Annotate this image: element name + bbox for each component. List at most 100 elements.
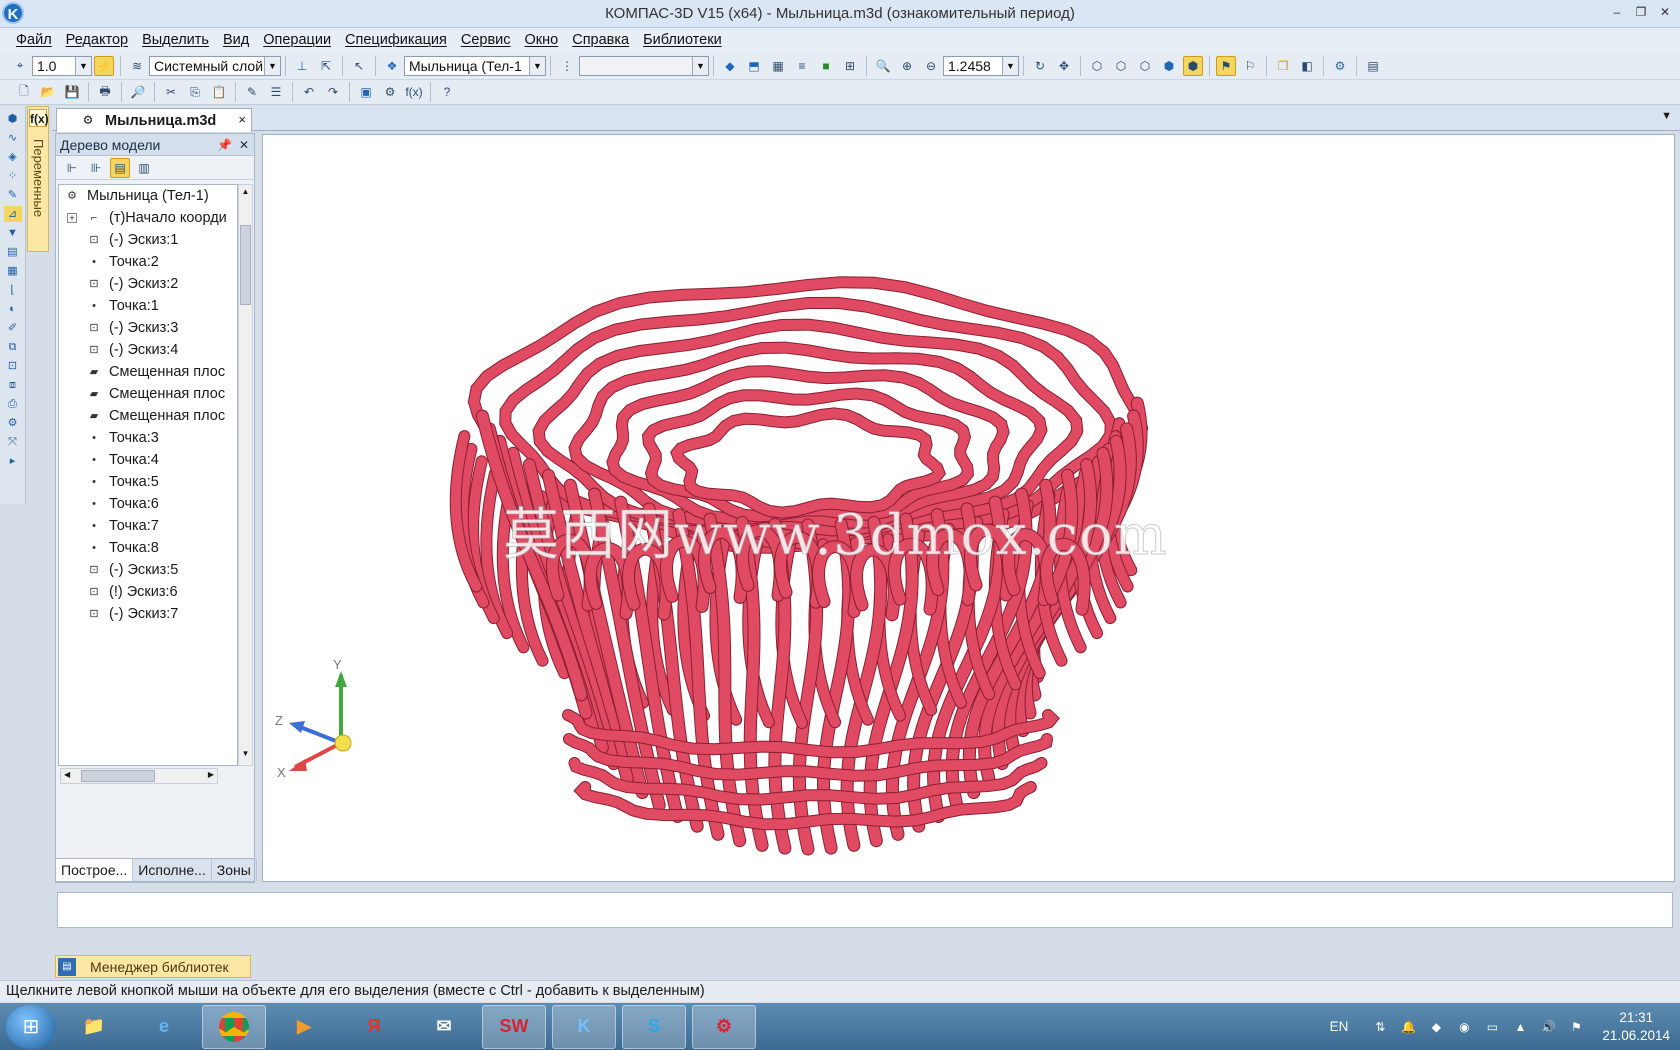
wireframe-icon[interactable]: ⬡ [1087,56,1107,76]
tree-item[interactable]: • Точка:5 [59,471,237,493]
tree-item[interactable]: ⊡ (-) Эскиз:2 [59,273,237,295]
solidworks-icon[interactable]: SW [482,1004,546,1049]
tree-item[interactable]: ⊡ (-) Эскиз:7 [59,603,237,625]
tree-item[interactable]: ⊡ (-) Эскиз:3 [59,317,237,339]
view-filter-icon[interactable]: ▦ [768,56,788,76]
chevron-down-icon[interactable]: ▼ [264,56,280,75]
tab-zones[interactable]: Зоны [212,859,257,881]
print-icon[interactable]: 🖶 [95,82,115,102]
cut-icon[interactable]: ✂ [161,82,181,102]
green-cube-icon[interactable]: ■ [816,56,836,76]
history-icon[interactable]: ▥ [134,158,154,178]
tree-horizontal-scrollbar[interactable]: ◀ ▶ [60,768,218,784]
sheet-metal-icon[interactable]: ⌊ [4,282,22,298]
macro-icon[interactable]: ⤧ [4,434,22,450]
shaded-icon[interactable]: ⬢ [1159,56,1179,76]
snap-toggle-icon[interactable]: ⚡ [94,55,114,76]
curve-tools-icon[interactable]: ∿ [4,130,22,146]
flag-icon[interactable]: ⚑ [1568,1019,1584,1035]
tree-vertical-scrollbar[interactable]: ▲ ▼ [238,184,253,766]
undo-icon[interactable]: ↶ [299,82,319,102]
kompas-icon[interactable]: K [552,1004,616,1049]
signal-icon[interactable]: ▲ [1512,1019,1528,1035]
filter-select-icon[interactable]: ⚑ [1216,55,1236,76]
measure-icon[interactable]: ⚙ [1330,56,1350,76]
solid-tools-icon[interactable]: ⬢ [4,111,22,127]
array-tools-icon[interactable]: ⁘ [4,168,22,184]
tree-mode-icon[interactable]: ▤ [110,157,130,178]
format-painter-icon[interactable]: ✎ [242,82,262,102]
section-icon[interactable]: ◧ [1297,56,1317,76]
hidden-lines-icon[interactable]: ⬡ [1111,56,1131,76]
tree-item[interactable]: ▰ Смещенная плос [59,405,237,427]
parametric-icon[interactable]: ⧉ [4,339,22,355]
dimensions-tools-icon[interactable]: ⊡ [4,358,22,374]
filter-icon[interactable]: ⚐ [1240,56,1260,76]
tree-item[interactable]: • Точка:2 [59,251,237,273]
chrome-icon[interactable] [202,1004,266,1049]
menu-file[interactable]: Файл [16,32,52,48]
tree-item[interactable]: • Точка:8 [59,537,237,559]
manager-icon[interactable]: ▣ [356,82,376,102]
tree-item[interactable]: + ⌐ (т)Начало коорди [59,207,237,229]
mail-icon[interactable]: ✉ [412,1005,476,1049]
pointer-tool-icon[interactable]: ↖ [349,56,369,76]
chevron-down-icon[interactable]: ▼ [692,56,708,75]
tree-item[interactable]: • Точка:1 [59,295,237,317]
no-hidden-lines-icon[interactable]: ⬡ [1135,56,1155,76]
tree-item[interactable]: ⊡ (-) Эскиз:4 [59,339,237,361]
document-tab[interactable]: ⚙ Мыльница.m3d × [56,108,252,132]
scroll-up-icon[interactable]: ▲ [239,187,252,201]
structure-view-icon[interactable]: ⊩ [62,158,82,178]
chevron-down-icon[interactable]: ▼ [1002,56,1018,75]
library-icon[interactable]: ⚙ [380,82,400,102]
cs-icon[interactable]: ⇱ [316,56,336,76]
menu-edit[interactable]: Редактор [66,32,128,48]
minimize-button[interactable]: – [1608,4,1626,20]
scroll-left-icon[interactable]: ◀ [64,770,70,779]
measure-tools-icon[interactable]: ⊿ [3,206,22,222]
tree-item[interactable]: ⊡ (-) Эскиз:5 [59,559,237,581]
fx-icon[interactable]: f(x) [404,82,424,102]
zoom-combo[interactable]: 1.2458 ▼ [943,55,1019,76]
menu-select[interactable]: Выделить [142,32,209,48]
step-combo[interactable]: 1.0 ▼ [32,55,92,76]
surface-tools-icon[interactable]: ◈ [4,149,22,165]
component-icon[interactable]: ⚙ [4,415,22,431]
expand-arrow-icon[interactable]: ▸ [4,453,22,469]
local-cs-icon[interactable]: ⊥ [292,56,312,76]
variables-tab[interactable]: f(x) Переменные [27,106,49,252]
dimensions-icon[interactable]: ⊞ [840,56,860,76]
edit-tools-icon[interactable]: ◐ [4,301,22,317]
menu-operations[interactable]: Операции [263,32,331,48]
close-tab-icon[interactable]: × [238,112,246,127]
menu-window[interactable]: Окно [525,32,559,48]
tray-app-icon[interactable]: ◆ [1428,1019,1444,1035]
property-combo[interactable]: ▼ [579,55,709,76]
pan-icon[interactable]: ✥ [1054,56,1074,76]
expand-icon[interactable]: + [67,213,77,223]
explorer-icon[interactable]: 📁 [62,1005,126,1049]
tree-item[interactable]: ⊡ (-) Эскиз:1 [59,229,237,251]
menu-service[interactable]: Сервис [461,32,511,48]
print-tools-icon[interactable]: ⎙ [4,396,22,412]
chevron-down-icon[interactable]: ▼ [75,56,91,75]
tree-item[interactable]: • Точка:6 [59,493,237,515]
zoom-scale-icon[interactable]: ⊖ [921,56,941,76]
close-panel-icon[interactable]: ✕ [239,134,249,156]
copy-icon[interactable]: ⎘ [185,82,205,102]
tree-item[interactable]: • Точка:3 [59,427,237,449]
help-icon[interactable]: ? [437,82,457,102]
scroll-thumb[interactable] [81,770,155,782]
scroll-down-icon[interactable]: ▼ [239,749,252,763]
body-icon[interactable]: ❖ [382,56,402,76]
reports-icon[interactable]: ▦ [4,263,22,279]
notification-icon[interactable]: 🔔 [1400,1019,1416,1035]
paste-icon[interactable]: 📋 [209,82,229,102]
layer-combo[interactable]: Системный слой ▼ [149,55,281,76]
symbols-icon[interactable]: ⧈ [4,377,22,393]
tree-item[interactable]: ▰ Смещенная плос [59,361,237,383]
zoom-in-icon[interactable]: ⊕ [897,56,917,76]
tree-item[interactable]: ▰ Смещенная плос [59,383,237,405]
sketch-tools-icon[interactable]: ✐ [4,320,22,336]
